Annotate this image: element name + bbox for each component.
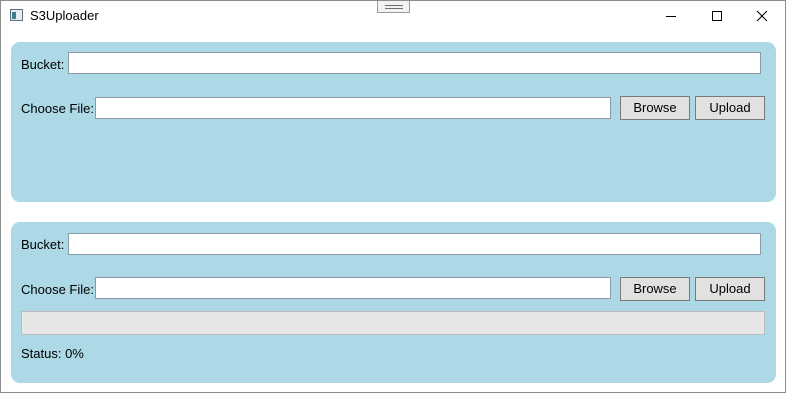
bucket-input[interactable] xyxy=(68,233,761,255)
upload-button[interactable]: Upload xyxy=(695,277,765,301)
bucket-input[interactable] xyxy=(68,52,761,74)
file-path-input[interactable] xyxy=(95,97,611,119)
browse-button[interactable]: Browse xyxy=(620,96,690,120)
status-text: Status: 0% xyxy=(21,346,84,361)
resize-grip-icon[interactable] xyxy=(377,1,410,13)
minimize-icon xyxy=(666,16,676,17)
upload-panel-1: Bucket: Choose File: Browse Upload xyxy=(11,42,776,202)
minimize-button[interactable] xyxy=(648,1,694,32)
close-icon xyxy=(756,10,768,22)
title-bar[interactable]: S3Uploader xyxy=(1,1,785,32)
choose-file-label: Choose File: xyxy=(21,282,94,297)
upload-button[interactable]: Upload xyxy=(695,96,765,120)
browse-button[interactable]: Browse xyxy=(620,277,690,301)
maximize-button[interactable] xyxy=(694,1,740,32)
upload-progress-bar xyxy=(21,311,765,335)
choose-file-label: Choose File: xyxy=(21,101,94,116)
app-window-icon xyxy=(10,9,23,21)
close-button[interactable] xyxy=(739,1,785,32)
bucket-label: Bucket: xyxy=(21,57,65,72)
bucket-label: Bucket: xyxy=(21,237,65,252)
maximize-icon xyxy=(712,11,722,21)
upload-panel-2: Bucket: Choose File: Browse Upload Statu… xyxy=(11,222,776,383)
file-path-input[interactable] xyxy=(95,277,611,299)
app-window: S3Uploader Bucket: Choose File: Browse U… xyxy=(0,0,786,393)
window-title: S3Uploader xyxy=(30,8,99,23)
